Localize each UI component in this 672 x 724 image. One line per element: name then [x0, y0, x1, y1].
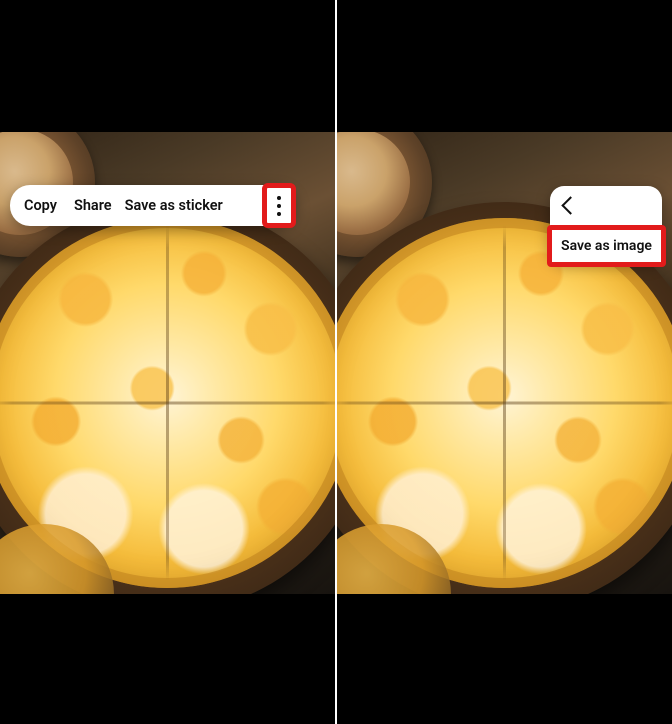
copy-button[interactable]: Copy — [24, 197, 57, 214]
share-button[interactable]: Share — [74, 197, 112, 214]
more-vertical-icon — [277, 196, 281, 216]
screenshot-panel-1: Copy Share Save as sticker — [0, 0, 335, 724]
chevron-left-icon — [561, 196, 579, 214]
context-toolbar: Copy Share Save as sticker — [10, 185, 296, 226]
save-as-image-button[interactable]: Save as image — [547, 225, 666, 267]
popover-back-button[interactable] — [550, 186, 662, 224]
screenshot-panel-2: . Save as image — [337, 0, 672, 724]
more-options-button[interactable] — [262, 183, 296, 228]
save-as-sticker-button[interactable]: Save as sticker — [125, 197, 223, 214]
